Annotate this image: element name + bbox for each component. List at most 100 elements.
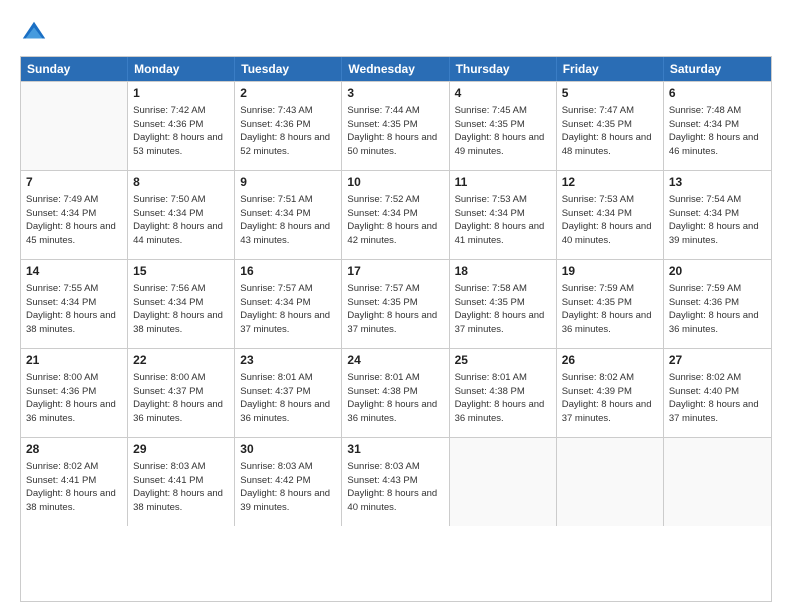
day-cell-21: 21 Sunrise: 8:00 AMSunset: 4:36 PMDayligh… xyxy=(21,349,128,437)
day-cell-5: 5 Sunrise: 7:47 AMSunset: 4:35 PMDaylight… xyxy=(557,82,664,170)
day-info: Sunrise: 7:57 AMSunset: 4:34 PMDaylight:… xyxy=(240,282,336,337)
day-number: 17 xyxy=(347,263,443,280)
day-cell-7: 7Sunrise: 7:49 AMSunset: 4:34 PMDaylight… xyxy=(21,171,128,259)
day-info: Sunrise: 8:00 AMSunset: 4:37 PMDaylight:… xyxy=(133,371,229,426)
day-cell-27: 27Sunrise: 8:02 AMSunset: 4:40 PMDayligh… xyxy=(664,349,771,437)
empty-cell-4-4 xyxy=(450,438,557,526)
page-header xyxy=(20,18,772,46)
day-cell-22: 22 Sunrise: 8:00 AMSunset: 4:37 PMDayligh… xyxy=(128,349,235,437)
day-info: Sunrise: 7:50 AMSunset: 4:34 PMDaylight:… xyxy=(133,193,229,248)
day-number: 6 xyxy=(669,85,766,102)
day-cell-16: 16 Sunrise: 7:57 AMSunset: 4:34 PMDayligh… xyxy=(235,260,342,348)
day-cell-29: 29Sunrise: 8:03 AMSunset: 4:41 PMDayligh… xyxy=(128,438,235,526)
day-info: Sunrise: 7:58 AMSunset: 4:35 PMDaylight:… xyxy=(455,282,551,337)
header-day-friday: Friday xyxy=(557,57,664,81)
day-number: 31 xyxy=(347,441,443,458)
day-cell-18: 18 Sunrise: 7:58 AMSunset: 4:35 PMDayligh… xyxy=(450,260,557,348)
day-info: Sunrise: 7:59 AMSunset: 4:36 PMDaylight:… xyxy=(669,282,766,337)
day-info: Sunrise: 8:00 AMSunset: 4:36 PMDaylight:… xyxy=(26,371,122,426)
day-info: Sunrise: 8:03 AMSunset: 4:42 PMDaylight:… xyxy=(240,460,336,515)
day-number: 2 xyxy=(240,85,336,102)
day-cell-13: 13 Sunrise: 7:54 AMSunset: 4:34 PMDayligh… xyxy=(664,171,771,259)
day-number: 11 xyxy=(455,174,551,191)
day-number: 13 xyxy=(669,174,766,191)
day-info: Sunrise: 7:59 AMSunset: 4:35 PMDaylight:… xyxy=(562,282,658,337)
day-number: 3 xyxy=(347,85,443,102)
day-number: 30 xyxy=(240,441,336,458)
day-number: 19 xyxy=(562,263,658,280)
day-number: 15 xyxy=(133,263,229,280)
day-number: 8 xyxy=(133,174,229,191)
day-info: Sunrise: 7:45 AMSunset: 4:35 PMDaylight:… xyxy=(455,104,551,159)
empty-cell-0-0 xyxy=(21,82,128,170)
day-cell-4: 4 Sunrise: 7:45 AMSunset: 4:35 PMDaylight… xyxy=(450,82,557,170)
day-info: Sunrise: 7:57 AMSunset: 4:35 PMDaylight:… xyxy=(347,282,443,337)
day-info: Sunrise: 7:51 AMSunset: 4:34 PMDaylight:… xyxy=(240,193,336,248)
day-info: Sunrise: 7:47 AMSunset: 4:35 PMDaylight:… xyxy=(562,104,658,159)
day-info: Sunrise: 7:42 AMSunset: 4:36 PMDaylight:… xyxy=(133,104,229,159)
day-number: 25 xyxy=(455,352,551,369)
day-cell-3: 3 Sunrise: 7:44 AMSunset: 4:35 PMDaylight… xyxy=(342,82,449,170)
day-cell-6: 6 Sunrise: 7:48 AMSunset: 4:34 PMDaylight… xyxy=(664,82,771,170)
day-number: 21 xyxy=(26,352,122,369)
day-info: Sunrise: 8:02 AMSunset: 4:41 PMDaylight:… xyxy=(26,460,122,515)
day-number: 24 xyxy=(347,352,443,369)
day-cell-2: 2 Sunrise: 7:43 AMSunset: 4:36 PMDaylight… xyxy=(235,82,342,170)
day-cell-11: 11Sunrise: 7:53 AMSunset: 4:34 PMDayligh… xyxy=(450,171,557,259)
header-day-wednesday: Wednesday xyxy=(342,57,449,81)
calendar-row-2: 14Sunrise: 7:55 AMSunset: 4:34 PMDayligh… xyxy=(21,259,771,348)
day-number: 7 xyxy=(26,174,122,191)
day-cell-30: 30 Sunrise: 8:03 AMSunset: 4:42 PMDayligh… xyxy=(235,438,342,526)
day-cell-19: 19 Sunrise: 7:59 AMSunset: 4:35 PMDayligh… xyxy=(557,260,664,348)
header-day-tuesday: Tuesday xyxy=(235,57,342,81)
day-info: Sunrise: 7:56 AMSunset: 4:34 PMDaylight:… xyxy=(133,282,229,337)
calendar-page: SundayMondayTuesdayWednesdayThursdayFrid… xyxy=(0,0,792,612)
day-number: 18 xyxy=(455,263,551,280)
calendar: SundayMondayTuesdayWednesdayThursdayFrid… xyxy=(20,56,772,602)
calendar-body: 1Sunrise: 7:42 AMSunset: 4:36 PMDaylight… xyxy=(21,81,771,526)
day-number: 5 xyxy=(562,85,658,102)
day-cell-9: 9Sunrise: 7:51 AMSunset: 4:34 PMDaylight… xyxy=(235,171,342,259)
day-info: Sunrise: 8:02 AMSunset: 4:39 PMDaylight:… xyxy=(562,371,658,426)
day-number: 28 xyxy=(26,441,122,458)
empty-cell-4-5 xyxy=(557,438,664,526)
day-cell-23: 23Sunrise: 8:01 AMSunset: 4:37 PMDayligh… xyxy=(235,349,342,437)
day-info: Sunrise: 7:44 AMSunset: 4:35 PMDaylight:… xyxy=(347,104,443,159)
day-cell-25: 25 Sunrise: 8:01 AMSunset: 4:38 PMDayligh… xyxy=(450,349,557,437)
day-cell-17: 17 Sunrise: 7:57 AMSunset: 4:35 PMDayligh… xyxy=(342,260,449,348)
day-number: 4 xyxy=(455,85,551,102)
day-cell-12: 12 Sunrise: 7:53 AMSunset: 4:34 PMDayligh… xyxy=(557,171,664,259)
day-info: Sunrise: 8:03 AMSunset: 4:43 PMDaylight:… xyxy=(347,460,443,515)
day-info: Sunrise: 7:53 AMSunset: 4:34 PMDaylight:… xyxy=(562,193,658,248)
calendar-row-4: 28 Sunrise: 8:02 AMSunset: 4:41 PMDayligh… xyxy=(21,437,771,526)
header-day-saturday: Saturday xyxy=(664,57,771,81)
day-cell-14: 14Sunrise: 7:55 AMSunset: 4:34 PMDayligh… xyxy=(21,260,128,348)
day-number: 29 xyxy=(133,441,229,458)
day-info: Sunrise: 7:43 AMSunset: 4:36 PMDaylight:… xyxy=(240,104,336,159)
calendar-row-1: 7Sunrise: 7:49 AMSunset: 4:34 PMDaylight… xyxy=(21,170,771,259)
empty-cell-4-6 xyxy=(664,438,771,526)
day-info: Sunrise: 8:01 AMSunset: 4:38 PMDaylight:… xyxy=(347,371,443,426)
day-cell-20: 20 Sunrise: 7:59 AMSunset: 4:36 PMDayligh… xyxy=(664,260,771,348)
day-info: Sunrise: 8:01 AMSunset: 4:38 PMDaylight:… xyxy=(455,371,551,426)
day-info: Sunrise: 7:55 AMSunset: 4:34 PMDaylight:… xyxy=(26,282,122,337)
day-cell-10: 10Sunrise: 7:52 AMSunset: 4:34 PMDayligh… xyxy=(342,171,449,259)
day-info: Sunrise: 7:54 AMSunset: 4:34 PMDaylight:… xyxy=(669,193,766,248)
day-info: Sunrise: 7:48 AMSunset: 4:34 PMDaylight:… xyxy=(669,104,766,159)
day-number: 26 xyxy=(562,352,658,369)
header-day-sunday: Sunday xyxy=(21,57,128,81)
day-number: 10 xyxy=(347,174,443,191)
day-number: 16 xyxy=(240,263,336,280)
day-cell-8: 8 Sunrise: 7:50 AMSunset: 4:34 PMDaylight… xyxy=(128,171,235,259)
logo xyxy=(20,18,52,46)
header-day-thursday: Thursday xyxy=(450,57,557,81)
day-cell-15: 15 Sunrise: 7:56 AMSunset: 4:34 PMDayligh… xyxy=(128,260,235,348)
day-cell-26: 26 Sunrise: 8:02 AMSunset: 4:39 PMDayligh… xyxy=(557,349,664,437)
day-number: 20 xyxy=(669,263,766,280)
day-cell-31: 31 Sunrise: 8:03 AMSunset: 4:43 PMDayligh… xyxy=(342,438,449,526)
day-number: 22 xyxy=(133,352,229,369)
day-cell-24: 24 Sunrise: 8:01 AMSunset: 4:38 PMDayligh… xyxy=(342,349,449,437)
day-number: 12 xyxy=(562,174,658,191)
calendar-row-0: 1Sunrise: 7:42 AMSunset: 4:36 PMDaylight… xyxy=(21,81,771,170)
day-info: Sunrise: 8:01 AMSunset: 4:37 PMDaylight:… xyxy=(240,371,336,426)
